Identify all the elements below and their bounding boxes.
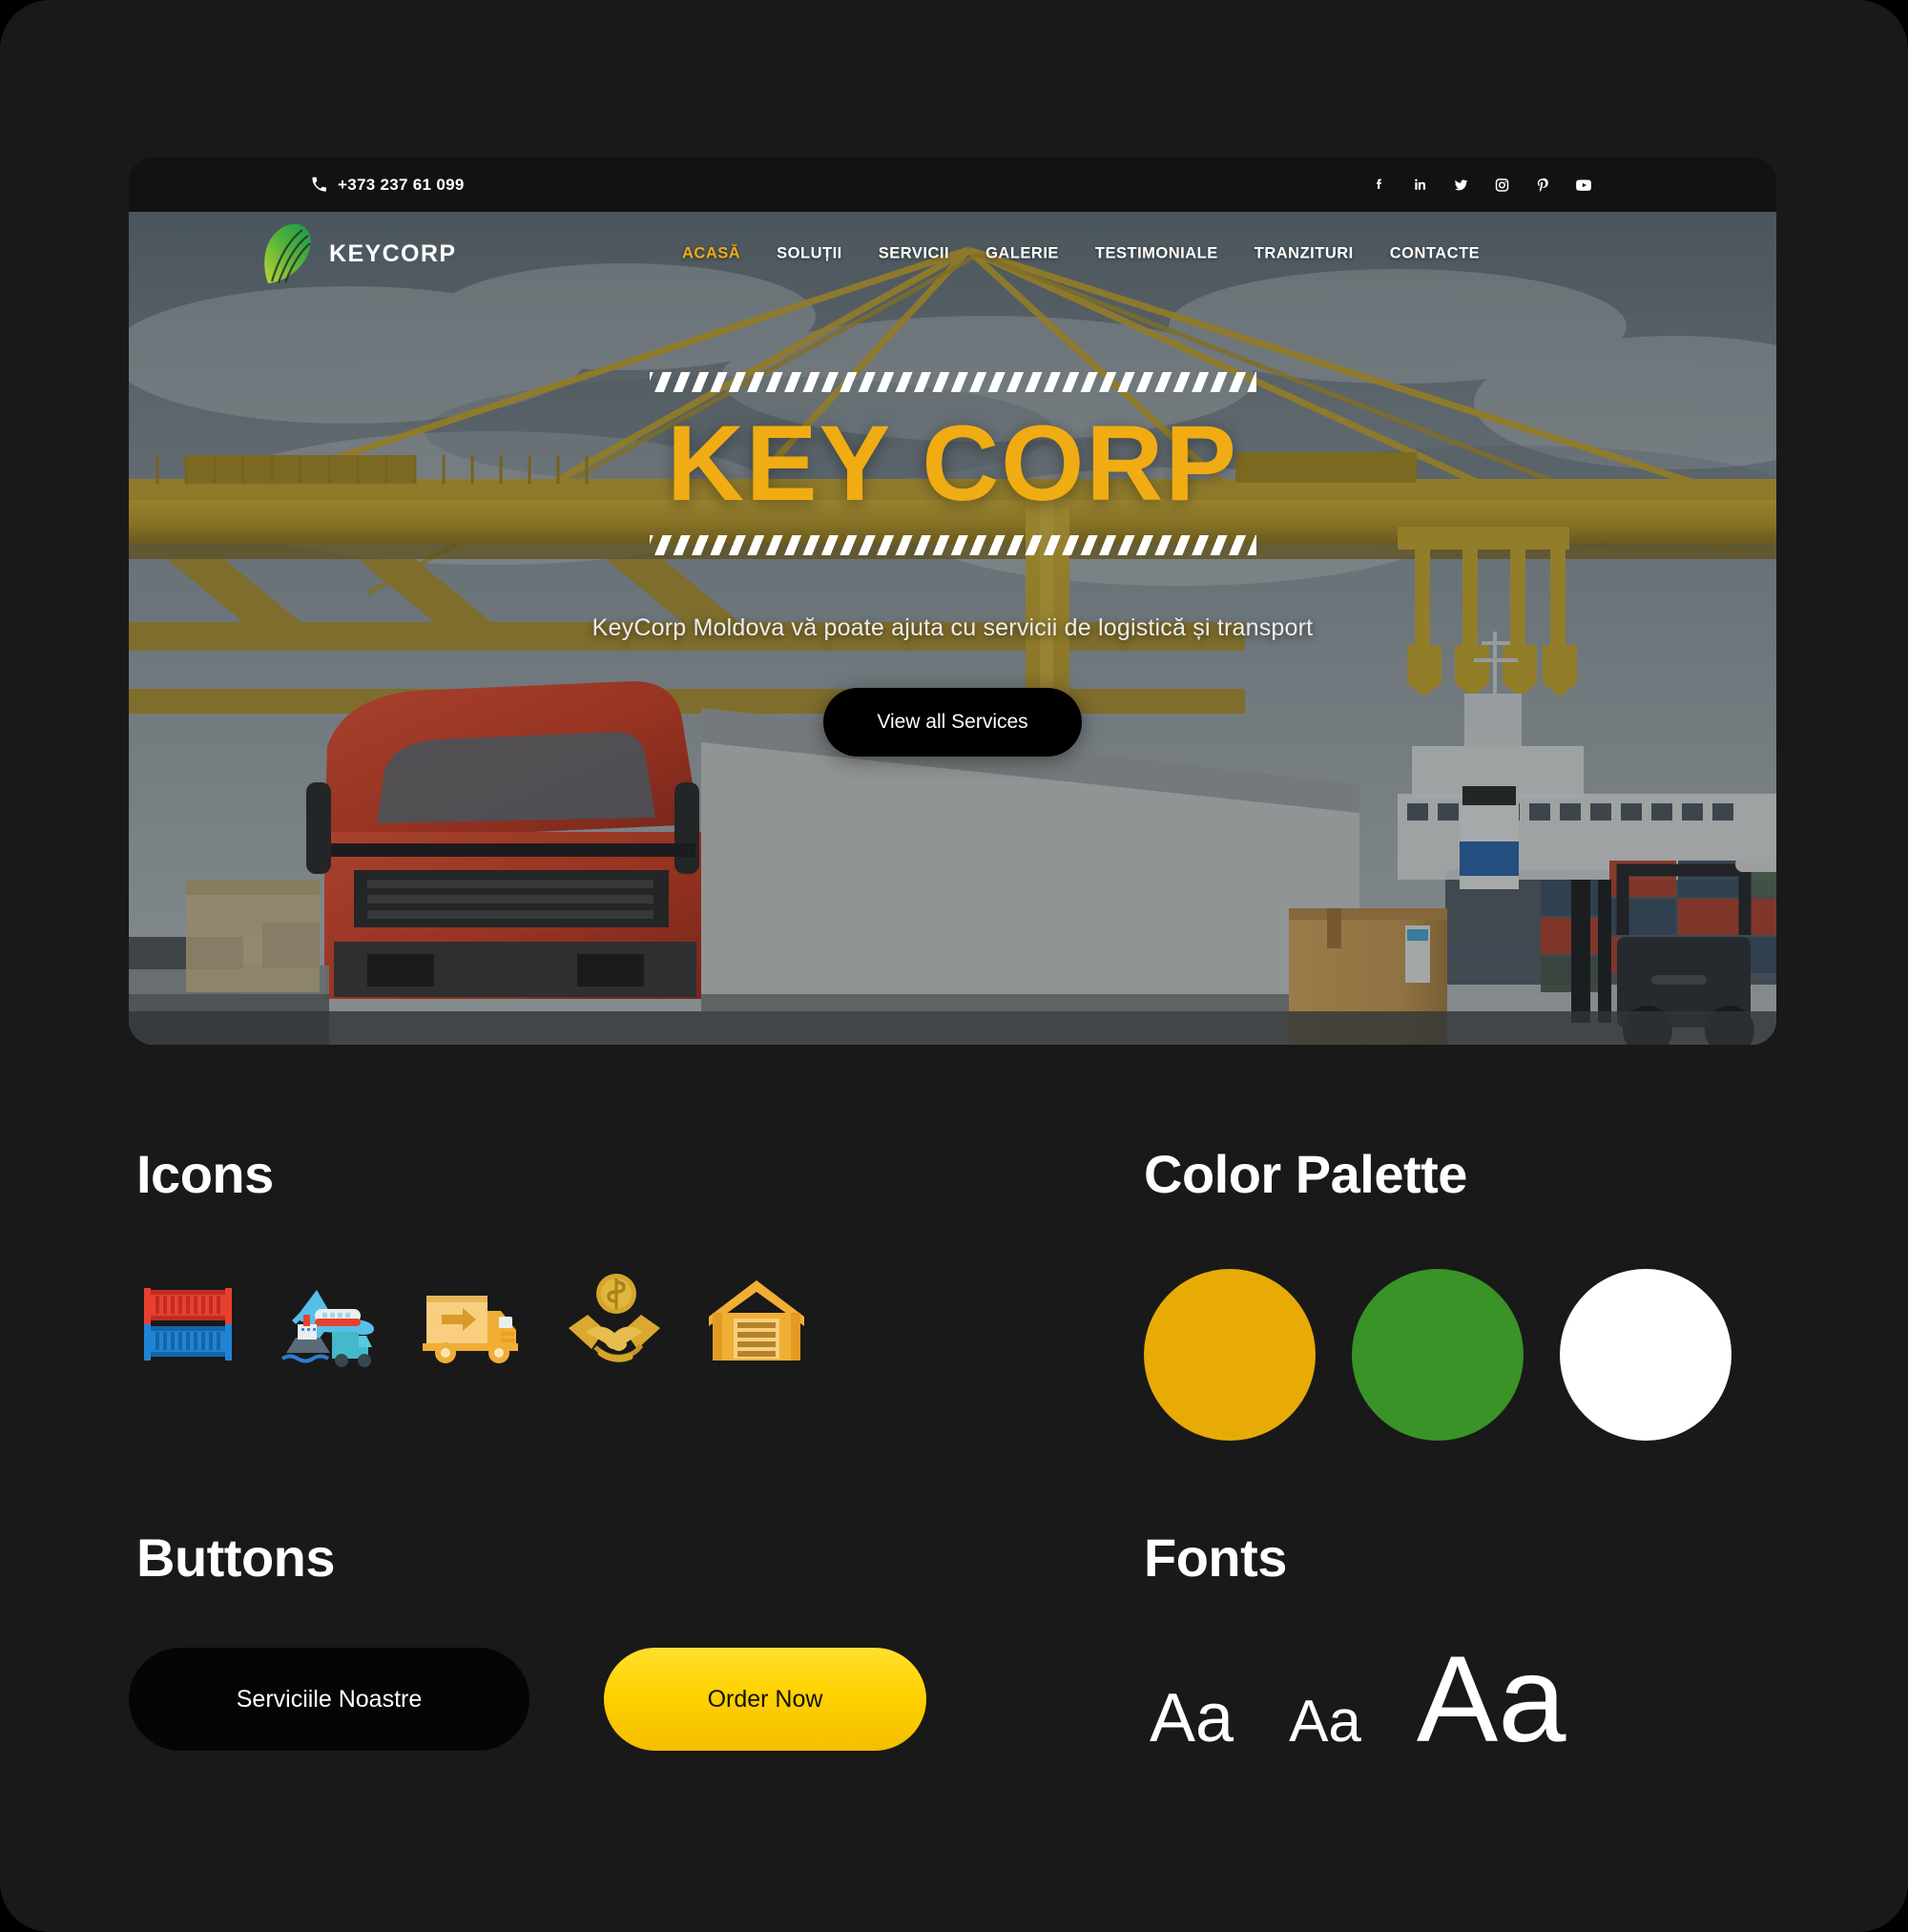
pinterest-icon[interactable] [1534,176,1552,194]
handshake-deal-icon[interactable] [563,1269,666,1372]
phone-number: +373 237 61 099 [338,175,465,194]
multimodal-transport-icon[interactable] [279,1269,382,1372]
order-now-button[interactable]: Order Now [604,1648,926,1751]
color-swatch-amber[interactable] [1144,1269,1316,1441]
color-palette-row [1144,1269,1732,1441]
font-sample-large: Aa [1416,1631,1566,1768]
delivery-truck-icon[interactable] [421,1269,524,1372]
hero-section: KEYCORP ACASĂ SOLUȚII SERVICII GALERIE T… [129,212,1776,1045]
color-swatch-green[interactable] [1352,1269,1524,1441]
serviciile-noastre-button[interactable]: Serviciile Noastre [129,1648,529,1751]
twitter-icon[interactable] [1452,176,1470,194]
youtube-icon[interactable] [1575,176,1593,194]
shipping-containers-icon[interactable] [136,1269,239,1372]
palette-section-title: Color Palette [1144,1144,1467,1204]
font-sample-medium: Aa [1289,1689,1361,1755]
view-all-services-button[interactable]: View all Services [823,687,1082,757]
linkedin-icon[interactable] [1411,176,1429,194]
hero-stripe-top [649,372,1256,392]
fonts-row: Aa Aa Aa [1150,1639,1566,1761]
buttons-section-title: Buttons [136,1527,336,1588]
style-guide-page: +373 237 61 099 KEYCORP ACASĂ SOLUȚII SE… [0,0,1908,1932]
hero-title: KEY CORP [667,404,1238,523]
hero-stripe-bottom [649,534,1256,555]
icons-row [136,1269,808,1372]
icons-section-title: Icons [136,1144,274,1204]
social-links [1370,176,1593,194]
warehouse-icon[interactable] [705,1269,808,1372]
site-topbar: +373 237 61 099 [129,157,1776,212]
color-swatch-white[interactable] [1560,1269,1732,1441]
instagram-icon[interactable] [1493,176,1511,194]
buttons-row: Serviciile Noastre Order Now [129,1648,926,1751]
phone-contact[interactable]: +373 237 61 099 [311,176,465,195]
phone-icon [311,177,327,193]
outer-frame: +373 237 61 099 KEYCORP ACASĂ SOLUȚII SE… [0,0,1908,1932]
hero-subtitle: KeyCorp Moldova vă poate ajuta cu servic… [591,613,1314,641]
font-sample-small: Aa [1150,1680,1234,1756]
fonts-section-title: Fonts [1144,1527,1287,1588]
hero-content: KEY CORP KeyCorp Moldova vă poate ajuta … [129,212,1776,1045]
website-mockup-panel: +373 237 61 099 KEYCORP ACASĂ SOLUȚII SE… [129,157,1776,1045]
facebook-icon[interactable] [1370,176,1388,194]
